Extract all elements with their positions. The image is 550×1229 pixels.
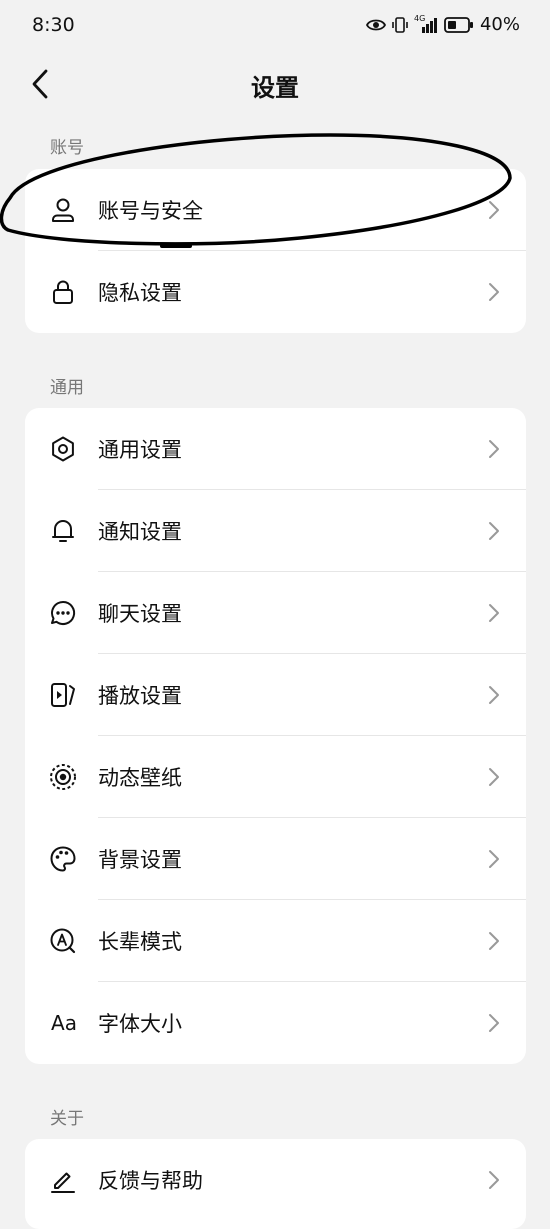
menu-item-label: 背景设置 (98, 848, 182, 872)
eye-icon (365, 18, 386, 32)
section-label-general: 通用 (50, 378, 84, 398)
about-card: 反馈与帮助 (25, 1139, 526, 1229)
chevron-right-icon (489, 522, 499, 540)
play-screen-icon (49, 681, 77, 709)
chevron-right-icon (489, 1171, 499, 1189)
menu-item-label: 聊天设置 (98, 602, 182, 626)
network-type: 4G (413, 13, 426, 23)
menu-item-dynamic-wallpaper[interactable]: 动态壁纸 (25, 736, 526, 818)
chevron-right-icon (489, 283, 499, 301)
menu-item-label: 账号与安全 (98, 199, 203, 223)
menu-item-label: 长辈模式 (98, 930, 182, 954)
chevron-right-icon (489, 932, 499, 950)
chevron-right-icon (489, 850, 499, 868)
chat-bubble-icon (49, 599, 77, 627)
chevron-right-icon (489, 440, 499, 458)
battery-percent: 40% (479, 14, 520, 35)
chevron-right-icon (489, 686, 499, 704)
menu-item-font-size[interactable]: Aa 字体大小 (25, 982, 526, 1064)
palette-icon (49, 845, 77, 873)
status-time: 8:30 (32, 14, 75, 36)
chevron-right-icon (489, 604, 499, 622)
menu-item-background-settings[interactable]: 背景设置 (25, 818, 526, 900)
menu-item-feedback-help[interactable]: 反馈与帮助 (25, 1139, 526, 1221)
account-card: 账号与安全 隐私设置 (25, 169, 526, 333)
menu-item-privacy-settings[interactable]: 隐私设置 (25, 251, 526, 333)
gear-icon (49, 435, 77, 463)
person-icon (49, 196, 77, 224)
menu-item-elder-mode[interactable]: 长辈模式 (25, 900, 526, 982)
font-size-icon: Aa (47, 1009, 81, 1037)
pen-icon (49, 1166, 77, 1194)
menu-item-label: 动态壁纸 (98, 766, 182, 790)
chevron-right-icon (489, 201, 499, 219)
vibrate-icon (392, 16, 408, 34)
bell-icon (49, 517, 77, 545)
menu-item-label: 字体大小 (98, 1012, 182, 1036)
elder-mode-icon (49, 927, 77, 955)
menu-item-label: 播放设置 (98, 684, 182, 708)
header: 设置 (0, 56, 550, 114)
menu-item-notification-settings[interactable]: 通知设置 (25, 490, 526, 572)
lock-icon (49, 278, 77, 306)
page-title: 设置 (251, 74, 299, 102)
menu-item-playback-settings[interactable]: 播放设置 (25, 654, 526, 736)
battery-icon (444, 16, 474, 34)
section-label-about: 关于 (50, 1109, 84, 1129)
dynamic-wallpaper-icon (49, 763, 77, 791)
status-bar: 8:30 4G 40% (0, 0, 550, 56)
section-label-account: 账号 (50, 138, 84, 158)
general-card: 通用设置 通知设置 聊天设置 播放设置 动态壁纸 背景设置 长辈模式 Aa 字体… (25, 408, 526, 1064)
menu-item-label: 通用设置 (98, 438, 182, 462)
status-icons: 4G 40% (365, 13, 520, 35)
menu-item-chat-settings[interactable]: 聊天设置 (25, 572, 526, 654)
chevron-right-icon (489, 768, 499, 786)
menu-item-label: 隐私设置 (98, 281, 182, 305)
signal-icon: 4G (413, 13, 438, 34)
menu-item-label: 反馈与帮助 (98, 1169, 203, 1193)
font-size-icon-text: Aa (51, 1011, 77, 1035)
menu-item-label: 通知设置 (98, 520, 182, 544)
menu-item-account-security[interactable]: 账号与安全 (25, 169, 526, 251)
chevron-right-icon (489, 1014, 499, 1032)
menu-item-general-settings[interactable]: 通用设置 (25, 408, 526, 490)
